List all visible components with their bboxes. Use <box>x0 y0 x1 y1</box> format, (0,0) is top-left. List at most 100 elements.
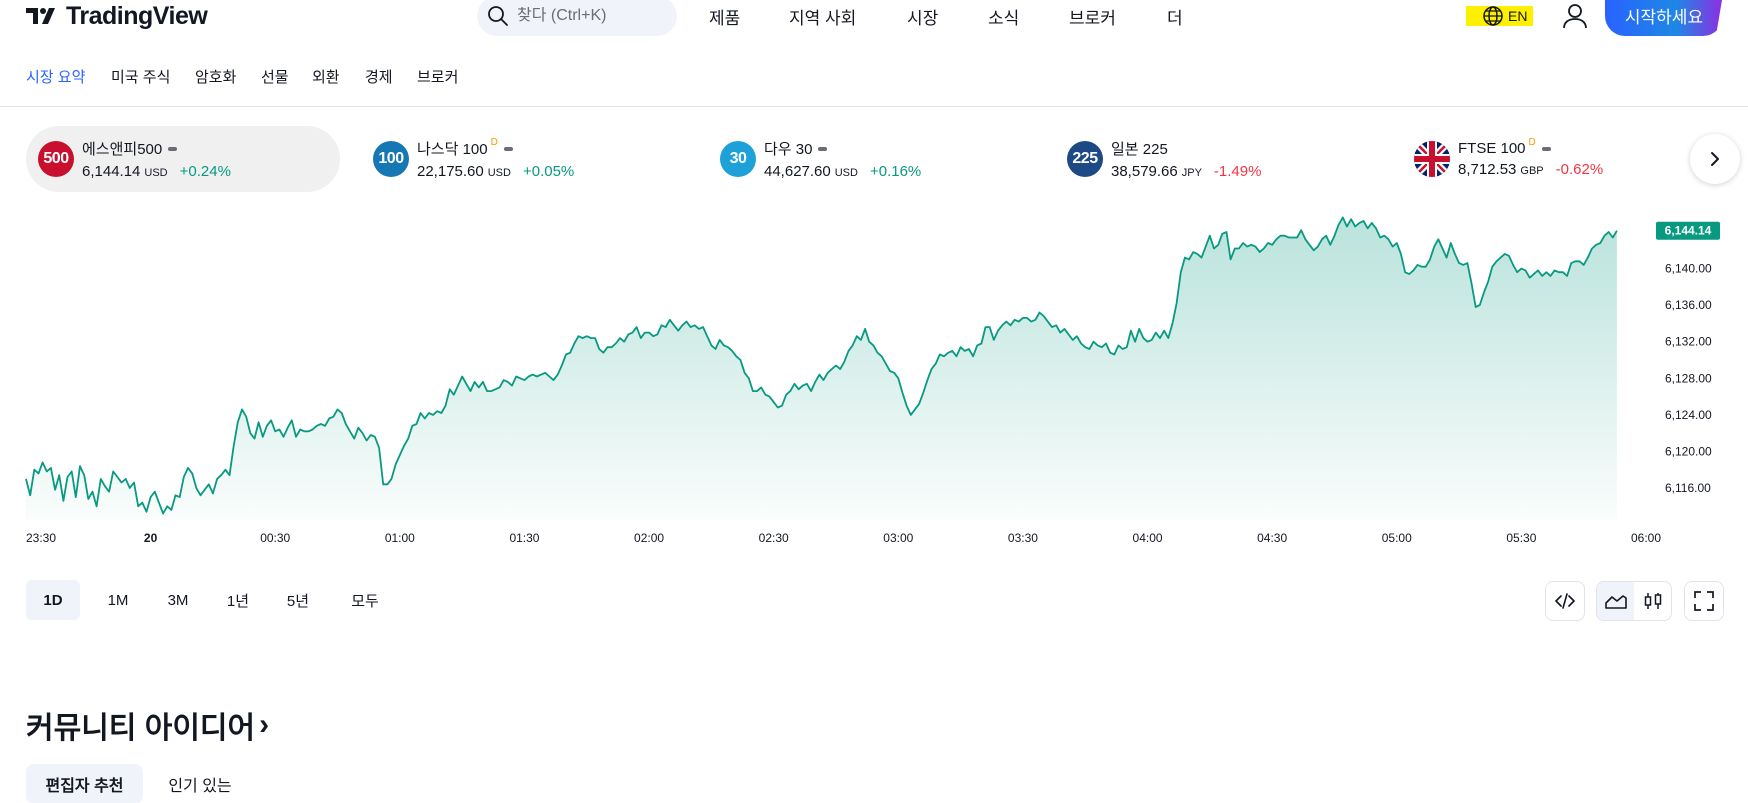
index-change: +0.16% <box>869 163 922 180</box>
index-currency: GBP <box>1520 165 1544 177</box>
candles-icon <box>1644 593 1661 609</box>
area-chart-button[interactable] <box>1597 582 1634 620</box>
x-tick-label: 02:30 <box>759 531 789 545</box>
x-tick-label: 20 <box>144 531 158 545</box>
x-axis: 23:30 20 00:30 01:00 01:30 02:00 02:30 03:00 03:… <box>26 531 1661 545</box>
index-price: 22,175.60 <box>417 163 484 180</box>
y-tick-label: 6,132.00 <box>1665 335 1712 349</box>
index-price: 38,579.66 <box>1111 163 1178 180</box>
x-tick-label: 04:30 <box>1257 531 1287 545</box>
market-closed-icon <box>503 146 513 151</box>
tab-market-summary[interactable]: 시장 요약 <box>26 66 85 87</box>
nav-products[interactable]: 제품 <box>709 4 740 29</box>
globe-icon <box>1483 6 1503 26</box>
tab-crypto[interactable]: 암호화 <box>195 66 236 87</box>
index-card-ndx[interactable]: 100 나스닥 100 D 22,175.60 USD +0.05% <box>361 126 661 192</box>
y-tick-label: 6,140.00 <box>1665 262 1712 276</box>
index-name: FTSE 100 <box>1458 140 1526 157</box>
delayed-data-badge: D <box>1528 137 1536 148</box>
search-input[interactable] <box>517 7 667 25</box>
tv-logo-icon <box>26 8 55 24</box>
index-badge: 225 <box>1067 141 1103 177</box>
x-tick-label: 00:30 <box>260 531 290 545</box>
nav-markets[interactable]: 시장 <box>907 4 938 29</box>
logo-text: TradingView <box>66 1 208 30</box>
candles-chart-button[interactable] <box>1634 582 1671 620</box>
index-change: -0.62% <box>1555 161 1604 178</box>
index-price: 8,712.53 <box>1458 161 1517 178</box>
nav-more[interactable]: 더 <box>1167 4 1183 29</box>
next-cards-button[interactable] <box>1690 134 1740 184</box>
x-tick-label: 06:00 <box>1631 531 1661 545</box>
tab-us-stocks[interactable]: 미국 주식 <box>111 66 170 87</box>
x-tick-label: 05:00 <box>1382 531 1412 545</box>
tab-economy[interactable]: 경제 <box>365 66 393 87</box>
language-switcher[interactable]: EN <box>1466 6 1534 26</box>
nav-news[interactable]: 소식 <box>988 4 1019 29</box>
x-tick-label: 03:00 <box>883 531 913 545</box>
search-box[interactable] <box>477 0 677 36</box>
index-name: 다우 30 <box>764 141 813 158</box>
range-5y[interactable]: 5년 <box>276 580 320 620</box>
community-title-text: 커뮤니티 아이디어 <box>26 712 256 745</box>
market-closed-icon <box>168 146 178 151</box>
index-name: 나스닥 100 <box>417 141 488 158</box>
range-1y[interactable]: 1년 <box>216 580 260 620</box>
code-icon <box>1555 593 1575 609</box>
tab-futures[interactable]: 선물 <box>261 66 289 87</box>
y-tick-label: 6,120.00 <box>1665 444 1712 458</box>
index-card-ftse[interactable]: FTSE 100 D 8,712.53 GBP -0.62% <box>1402 126 1702 192</box>
chart-area-fill <box>26 217 1617 520</box>
x-tick-label: 05:30 <box>1506 531 1536 545</box>
y-tick-label: 6,128.00 <box>1665 371 1712 385</box>
delayed-data-badge: D <box>490 137 498 148</box>
price-chart-svg: 6,140.00 6,136.00 6,132.00 6,128.00 6,124.00… <box>25 216 1720 545</box>
embed-button[interactable] <box>1545 581 1585 621</box>
nav-community[interactable]: 지역 사회 <box>789 4 856 29</box>
x-tick-label: 03:30 <box>1008 531 1038 545</box>
tab-forex[interactable]: 외환 <box>312 66 340 87</box>
community-ideas-title[interactable]: 커뮤니티 아이디어 › <box>26 703 269 747</box>
nav-brokers[interactable]: 브로커 <box>1069 4 1116 29</box>
price-chart[interactable]: 6,140.00 6,136.00 6,132.00 6,128.00 6,124.00… <box>0 200 1748 550</box>
fullscreen-icon <box>1694 591 1714 611</box>
tab-brokers[interactable]: 브로커 <box>417 66 458 87</box>
range-3m[interactable]: 3M <box>156 580 200 620</box>
user-menu-button[interactable] <box>1562 2 1588 30</box>
index-card-nikkei[interactable]: 225 일본 225 38,579.66 JPY -1.49% <box>1055 126 1355 192</box>
index-badge: 30 <box>720 141 756 177</box>
y-tick-label: 6,124.00 <box>1665 408 1712 422</box>
chevron-right-icon: › <box>259 708 270 741</box>
chevron-right-icon <box>1711 152 1719 166</box>
index-change: -1.49% <box>1213 163 1262 180</box>
range-1d[interactable]: 1D <box>26 580 80 620</box>
x-tick-label: 01:00 <box>385 531 415 545</box>
market-closed-icon <box>818 146 828 151</box>
x-tick-label: 02:00 <box>634 531 664 545</box>
index-currency: USD <box>487 167 511 179</box>
last-price-tag-label: 6,144.14 <box>1665 224 1712 238</box>
index-currency: USD <box>834 167 858 179</box>
top-header: TradingView 제품 지역 사회 시장 소식 브로커 더 EN 시작하세… <box>0 0 1748 40</box>
index-price: 6,144.14 <box>82 163 141 180</box>
index-card-spx[interactable]: 500 에스앤피500 6,144.14 USD +0.24% <box>26 126 340 192</box>
area-chart-icon <box>1604 595 1627 609</box>
index-currency: JPY <box>1181 167 1202 179</box>
get-started-button[interactable]: 시작하세요 <box>1605 0 1723 36</box>
tradingview-logo[interactable]: TradingView <box>26 1 208 30</box>
tab-popular[interactable]: 인기 있는 <box>153 764 247 803</box>
market-closed-icon <box>1541 146 1551 151</box>
tab-editors-picks[interactable]: 편집자 추천 <box>26 764 143 803</box>
range-all[interactable]: 모두 <box>340 580 390 620</box>
uk-flag-icon <box>1414 141 1450 177</box>
index-name: 에스앤피500 <box>82 141 163 158</box>
range-1m[interactable]: 1M <box>96 580 140 620</box>
index-badge: 100 <box>373 141 409 177</box>
user-icon <box>1563 4 1587 29</box>
header-divider <box>0 106 1748 107</box>
language-label: EN <box>1508 8 1528 24</box>
last-price-tag: 6,144.14 <box>1656 221 1720 240</box>
x-tick-label: 23:30 <box>26 531 56 545</box>
fullscreen-button[interactable] <box>1684 581 1724 621</box>
index-card-dji[interactable]: 30 다우 30 44,627.60 USD +0.16% <box>708 126 1008 192</box>
